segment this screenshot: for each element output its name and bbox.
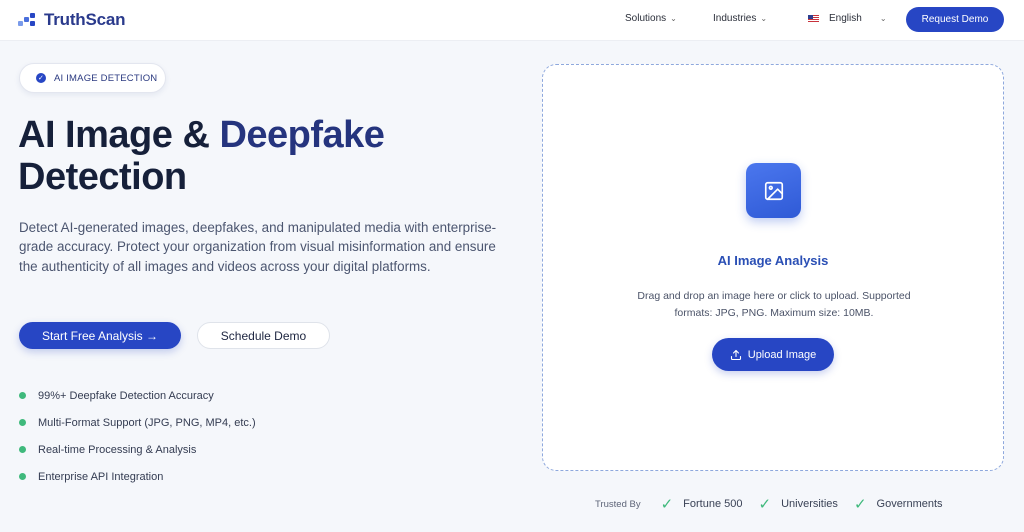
us-flag-icon (808, 15, 819, 23)
title-part-1: AI Image & (18, 114, 219, 156)
green-dot-icon (19, 392, 26, 399)
trusted-item-label: Fortune 500 (683, 498, 742, 510)
badge-label: AI IMAGE DETECTION (54, 73, 157, 84)
truthscan-logo[interactable]: TruthScan (18, 10, 125, 30)
page-title: AI Image & Deepfake Detection (18, 114, 498, 198)
chevron-down-icon: ⌄ (760, 14, 767, 23)
trusted-by-bar: Trusted By ✓ Fortune 500 ✓ Universities … (595, 495, 959, 513)
checkmark-icon: ✓ (854, 497, 867, 512)
feature-list: 99%+ Deepfake Detection Accuracy Multi-F… (19, 382, 419, 490)
feature-item: 99%+ Deepfake Detection Accuracy (19, 382, 419, 409)
trusted-item-label: Universities (781, 498, 838, 510)
language-selector[interactable]: English ⌄ (808, 13, 887, 24)
trusted-item: ✓ Universities (759, 497, 838, 512)
top-navbar: TruthScan Solutions ⌄ Industries ⌄ Engli… (0, 0, 1024, 41)
checkmark-icon: ✓ (759, 497, 772, 512)
upload-panel-description: Drag and drop an image here or click to … (623, 288, 925, 322)
nav-solutions[interactable]: Solutions ⌄ (625, 13, 677, 24)
feature-label: 99%+ Deepfake Detection Accuracy (38, 390, 214, 402)
request-demo-button[interactable]: Request Demo (906, 7, 1004, 32)
language-label: English (829, 13, 862, 24)
feature-item: Enterprise API Integration (19, 463, 419, 490)
feature-label: Real-time Processing & Analysis (38, 444, 196, 456)
schedule-demo-button[interactable]: Schedule Demo (197, 322, 330, 349)
title-part-3: Detection (18, 156, 187, 198)
image-icon (746, 163, 801, 218)
feature-item: Real-time Processing & Analysis (19, 436, 419, 463)
chevron-down-icon: ⌄ (880, 14, 887, 23)
green-dot-icon (19, 419, 26, 426)
title-accent: Deepfake (219, 114, 384, 156)
chevron-down-icon: ⌄ (670, 14, 677, 23)
nav-industries[interactable]: Industries ⌄ (713, 13, 767, 24)
trusted-item: ✓ Fortune 500 (661, 497, 743, 512)
trusted-by-label: Trusted By (595, 499, 641, 510)
trusted-item-label: Governments (877, 498, 943, 510)
nav-industries-label: Industries (713, 13, 756, 24)
logo-text: TruthScan (44, 10, 125, 30)
green-dot-icon (19, 446, 26, 453)
ai-image-detection-badge: ✓ AI IMAGE DETECTION (19, 63, 166, 93)
hero-description: Detect AI-generated images, deepfakes, a… (19, 218, 514, 276)
check-circle-icon: ✓ (36, 73, 46, 83)
upload-panel-title: AI Image Analysis (543, 253, 1003, 268)
upload-icon (730, 349, 742, 361)
image-upload-dropzone[interactable]: AI Image Analysis Drag and drop an image… (542, 64, 1004, 471)
checkmark-icon: ✓ (661, 497, 674, 512)
logo-pixel-icon (18, 13, 38, 27)
start-free-analysis-button[interactable]: Start Free Analysis → (19, 322, 181, 349)
feature-label: Enterprise API Integration (38, 471, 163, 483)
feature-label: Multi-Format Support (JPG, PNG, MP4, etc… (38, 417, 256, 429)
feature-item: Multi-Format Support (JPG, PNG, MP4, etc… (19, 409, 419, 436)
nav-solutions-label: Solutions (625, 13, 666, 24)
upload-image-button[interactable]: Upload Image (712, 338, 834, 371)
green-dot-icon (19, 473, 26, 480)
trusted-item: ✓ Governments (854, 497, 943, 512)
upload-button-label: Upload Image (748, 349, 817, 361)
